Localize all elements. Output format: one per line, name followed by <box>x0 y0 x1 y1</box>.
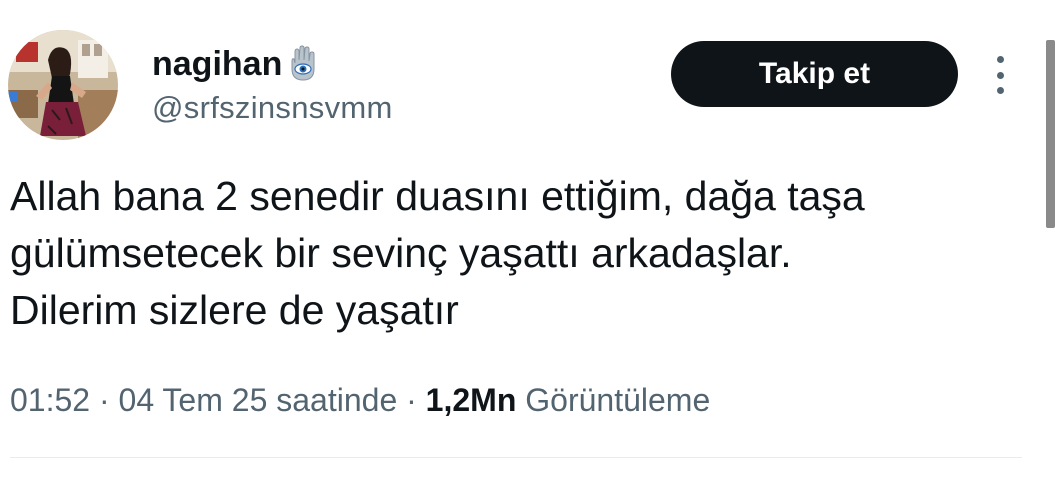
views-count: 1,2Mn <box>425 382 517 418</box>
name-row: nagihan <box>152 44 320 84</box>
scrollbar[interactable] <box>1046 40 1055 228</box>
hamsa-icon <box>286 45 320 83</box>
display-name[interactable]: nagihan <box>152 44 282 84</box>
more-dot <box>996 56 1004 63</box>
more-vertical-icon[interactable] <box>990 56 1010 94</box>
tweet-meta: 01:52 · 04 Tem 25 saatinde · 1,2Mn Görün… <box>10 378 710 422</box>
avatar[interactable] <box>8 30 118 140</box>
more-dot <box>996 71 1004 79</box>
divider <box>10 457 1022 458</box>
more-dot <box>996 87 1004 94</box>
tweet-time[interactable]: 01:52 <box>10 382 90 418</box>
tweet-text: Allah bana 2 senedir duasını ettiğim, da… <box>10 173 865 333</box>
tweet-date[interactable]: 04 Tem 25 saatinde <box>119 382 398 418</box>
user-handle[interactable]: @srfszinsnsvmm <box>152 90 393 126</box>
meta-separator: · <box>90 382 119 418</box>
views-label: Görüntüleme <box>525 382 711 418</box>
avatar-photo <box>8 30 118 140</box>
follow-button[interactable]: Takip et <box>671 41 958 107</box>
meta-separator: · <box>397 382 426 418</box>
